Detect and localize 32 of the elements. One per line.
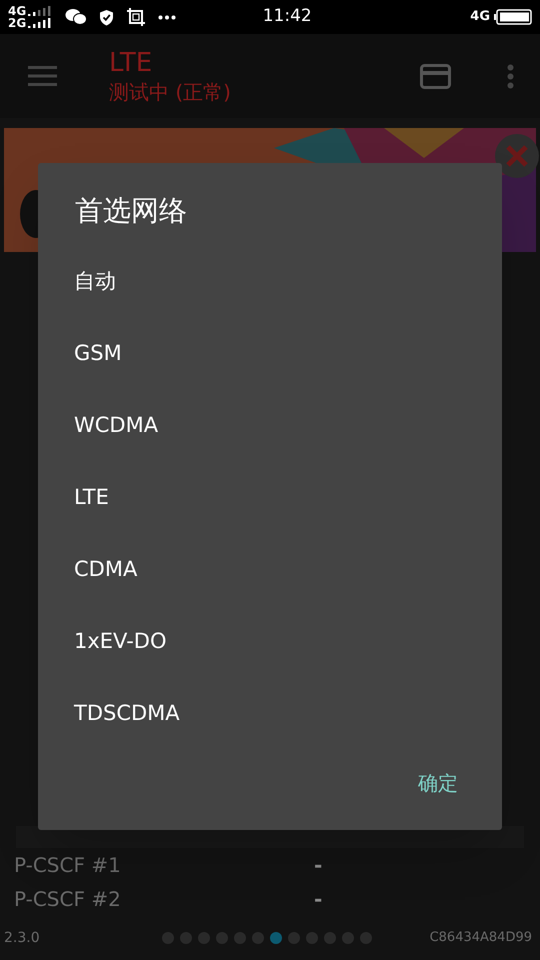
version-label: 2.3.0 [4,928,41,948]
toolbar-title: LTE [109,47,154,80]
menu-icon[interactable] [28,66,57,86]
network-option[interactable]: CDMA [38,534,502,606]
network-option[interactable]: 自动 [38,246,502,318]
signal-icon [27,18,54,29]
network-label: 2G [8,17,26,29]
info-value: - [314,886,322,913]
info-label: P-CSCF #2 [14,886,122,913]
shield-icon [99,8,114,26]
info-value: - [314,852,322,879]
network-option[interactable]: 1xEV-DO [38,606,502,678]
device-id: C86434A84D99 [430,929,533,948]
info-label: P-CSCF #1 [14,852,122,879]
chat-icon [65,8,88,26]
overflow-menu-icon[interactable] [507,64,514,88]
network-option[interactable]: WCDMA [38,390,502,462]
dialog-title: 首选网络 [75,193,187,229]
toolbar-subtitle: 测试中 (正常) [109,80,231,105]
clock: 11:42 [262,5,312,28]
confirm-button[interactable]: 确定 [410,760,466,806]
network-option[interactable]: LTE [38,462,502,534]
network-label: 4G [8,5,26,17]
network-option[interactable]: GSM [38,318,502,390]
more-icon [158,14,176,20]
battery-icon [494,9,532,25]
network-label: 4G [470,8,490,26]
crop-icon [126,7,146,27]
signal-icon [27,6,54,17]
network-option[interactable]: TDSCDMA [38,678,502,750]
card-icon[interactable] [420,64,451,88]
close-icon[interactable] [494,133,540,179]
